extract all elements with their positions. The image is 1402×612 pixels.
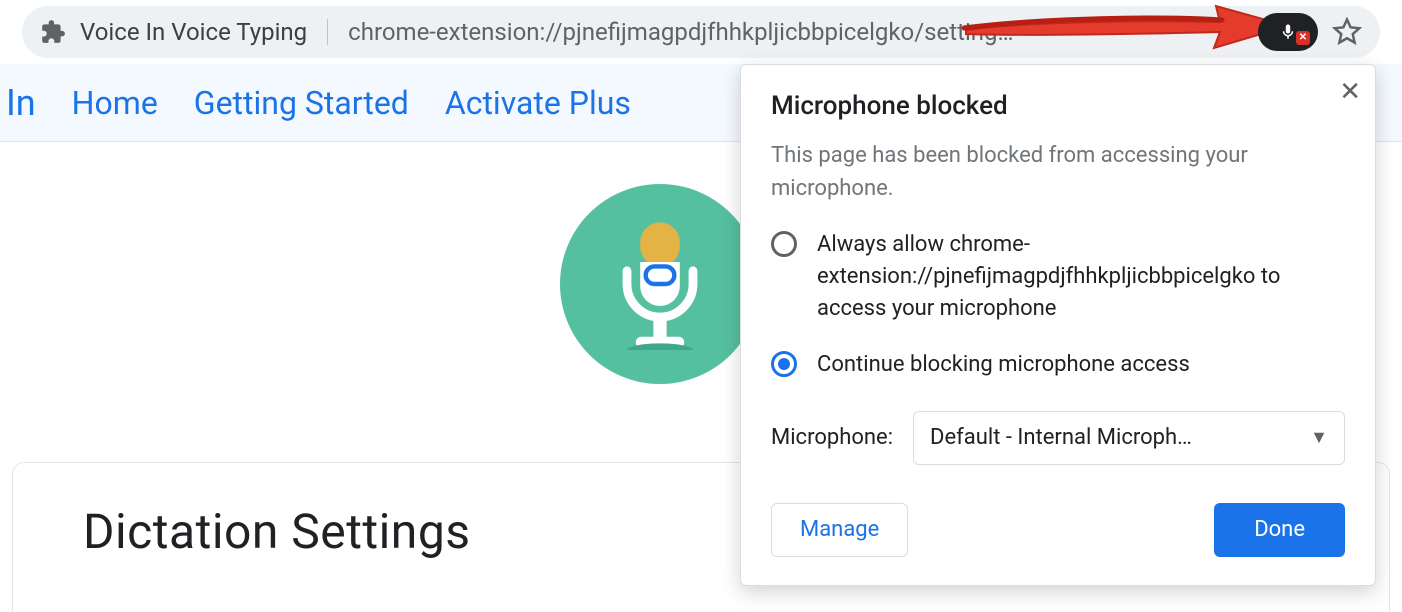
- radio-option-allow[interactable]: Always allow chrome-extension://pjnefijm…: [771, 229, 1345, 325]
- omnibox-page-title: Voice In Voice Typing: [80, 18, 307, 46]
- omnibox-separator: [327, 19, 328, 45]
- brand-logo-text: In: [0, 82, 36, 124]
- manage-button-label: Manage: [800, 517, 879, 542]
- manage-button[interactable]: Manage: [771, 503, 908, 557]
- browser-address-bar-area: Voice In Voice Typing chrome-extension:/…: [0, 0, 1402, 64]
- blocked-badge-icon: ✕: [1296, 31, 1310, 45]
- nav-link-activate-plus[interactable]: Activate Plus: [445, 84, 631, 122]
- microphone-select[interactable]: Default - Internal Microph… ▼: [913, 411, 1345, 465]
- bookmark-star-icon[interactable]: [1332, 17, 1362, 47]
- omnibox-url: chrome-extension://pjnefijmagpdjfhhkplji…: [348, 18, 1013, 46]
- radio-option-block-label: Continue blocking microphone access: [817, 349, 1190, 381]
- done-button-label: Done: [1254, 517, 1305, 542]
- microphone-blocked-indicator[interactable]: ✕: [1258, 13, 1318, 51]
- popup-button-row: Manage Done: [771, 503, 1345, 557]
- done-button[interactable]: Done: [1214, 503, 1345, 557]
- popup-description: This page has been blocked from accessin…: [771, 139, 1345, 205]
- omnibox[interactable]: Voice In Voice Typing chrome-extension:/…: [22, 6, 1380, 58]
- nav-link-home[interactable]: Home: [72, 84, 158, 122]
- radio-icon[interactable]: [771, 231, 797, 257]
- microphone-select-label: Microphone:: [771, 425, 893, 450]
- close-icon[interactable]: ✕: [1339, 79, 1361, 105]
- microphone-select-row: Microphone: Default - Internal Microph… …: [771, 411, 1345, 465]
- radio-option-block[interactable]: Continue blocking microphone access: [771, 349, 1345, 381]
- popup-title: Microphone blocked: [771, 91, 1345, 121]
- microphone-select-value: Default - Internal Microph…: [930, 425, 1192, 450]
- radio-option-allow-label: Always allow chrome-extension://pjnefijm…: [817, 229, 1345, 325]
- nav-link-getting-started[interactable]: Getting Started: [194, 84, 409, 122]
- microphone-permission-popup: ✕ Microphone blocked This page has been …: [740, 64, 1376, 586]
- radio-icon[interactable]: [771, 351, 797, 377]
- extension-icon: [40, 19, 66, 45]
- chevron-down-icon: ▼: [1310, 427, 1328, 448]
- app-logo: [560, 184, 760, 384]
